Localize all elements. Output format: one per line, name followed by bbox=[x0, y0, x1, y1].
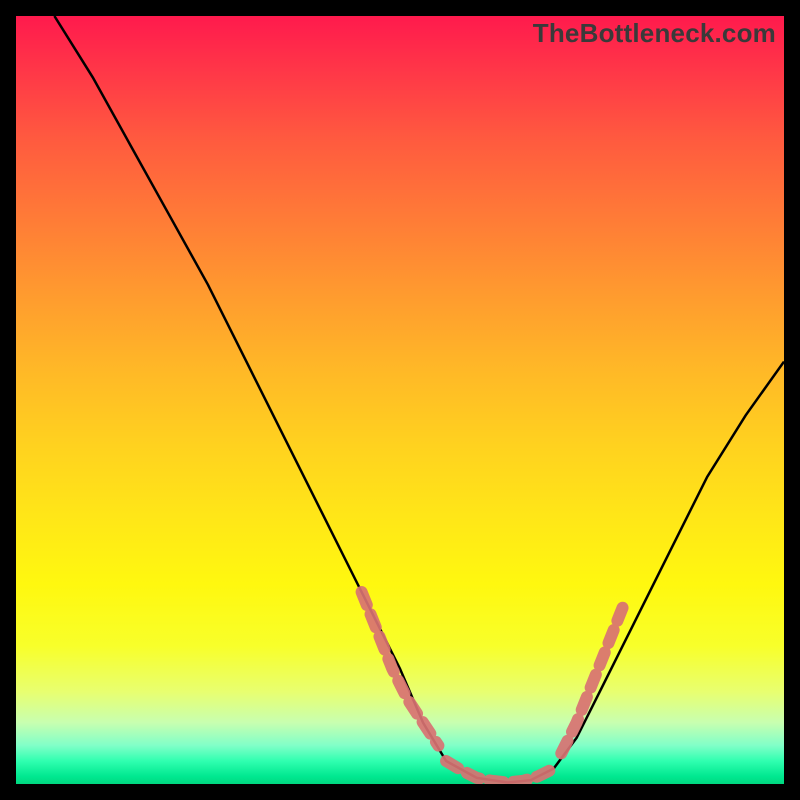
highlight-segment-1 bbox=[446, 761, 553, 783]
curve-line bbox=[54, 16, 784, 783]
highlight-segment-2 bbox=[561, 607, 622, 753]
plot-area: TheBottleneck.com bbox=[16, 16, 784, 784]
chart-frame: TheBottleneck.com bbox=[0, 0, 800, 800]
chart-svg bbox=[16, 16, 784, 784]
